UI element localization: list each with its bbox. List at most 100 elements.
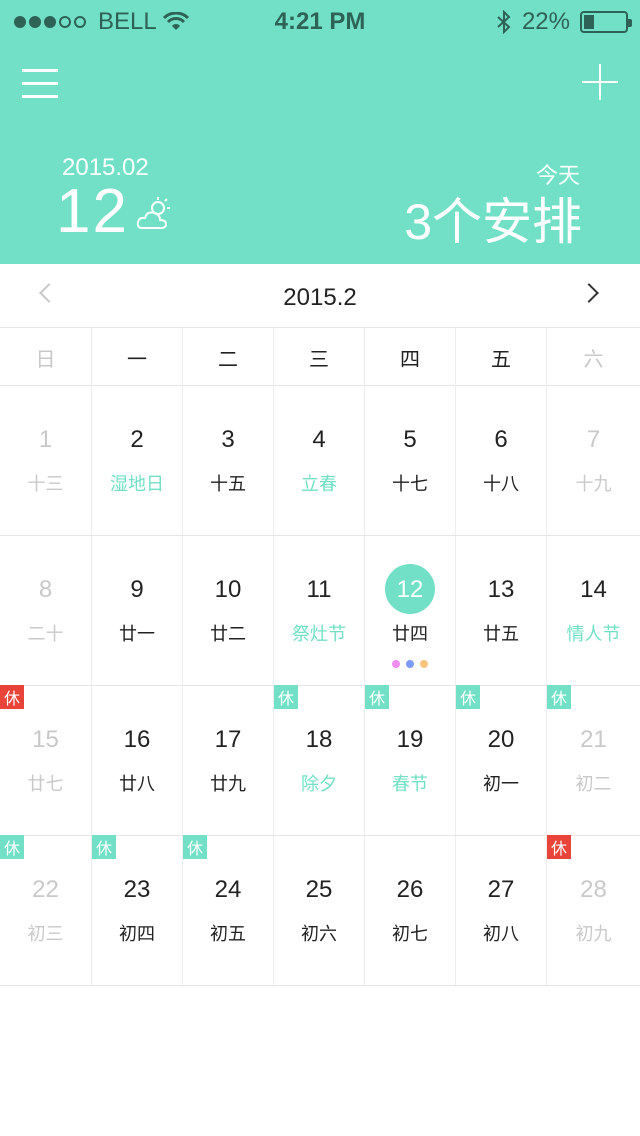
day-cell[interactable]: 3 十五 [183, 386, 274, 535]
lunar-label: 十七 [392, 474, 428, 494]
lunar-label: 情人节 [566, 624, 621, 644]
lunar-label: 廿五 [483, 624, 519, 644]
lunar-label: 廿九 [210, 774, 246, 794]
week-row: 1 十三 2 湿地日 3 十五 4 立春 5 十七 6 十八 7 十九 [0, 386, 640, 536]
day-number: 25 [305, 876, 333, 903]
header: BELL 4:21 PM 22% 2015.02 12 今天 3个安排 [0, 0, 640, 264]
day-cell[interactable]: 18 除夕 休 [274, 685, 365, 835]
day-cell[interactable]: 19 春节 休 [365, 685, 456, 835]
holiday-badge: 休 [183, 835, 207, 859]
day-cell[interactable]: 16 廿八 [92, 686, 183, 835]
battery-icon [580, 11, 632, 33]
battery-percent: 22% [521, 8, 570, 35]
lunar-label: 初三 [27, 924, 64, 944]
month-title: 2015.2 [283, 284, 357, 311]
day-cell[interactable]: 2 湿地日 [92, 386, 183, 535]
lunar-label: 廿一 [119, 624, 155, 644]
partly-cloudy-icon [136, 197, 170, 229]
lunar-label: 初六 [301, 924, 337, 944]
event-dots [365, 660, 455, 668]
day-cell[interactable]: 22 初三 休 [0, 835, 92, 985]
week-row: 15 廿七 休 16 廿八 17 廿九 18 除夕 休 19 春节 休 20 初一 休 21 初二 休 [0, 685, 640, 836]
day-number: 16 [123, 726, 151, 753]
lunar-label: 立春 [301, 474, 337, 494]
weekday-label: 日 [0, 328, 92, 386]
day-cell[interactable]: 10 廿二 [183, 536, 274, 685]
day-cell[interactable]: 7 十九 [547, 386, 640, 535]
day-number: 11 [306, 576, 332, 603]
day-cell[interactable]: 13 廿五 [456, 536, 547, 685]
menu-button[interactable] [22, 66, 58, 100]
event-dot [392, 660, 400, 668]
lunar-label: 十五 [210, 474, 246, 494]
day-cell[interactable]: 1 十三 [0, 386, 92, 535]
weekday-label: 五 [456, 328, 547, 386]
lunar-label: 十三 [27, 474, 64, 494]
event-dot [420, 660, 428, 668]
day-number: 5 [403, 426, 417, 453]
weekday-label: 三 [274, 328, 365, 386]
day-number: 4 [312, 426, 326, 453]
lunar-label: 廿七 [27, 774, 64, 794]
day-number: 3 [221, 426, 235, 453]
day-number: 15 [32, 726, 59, 753]
day-number: 9 [130, 576, 144, 603]
day-number: 12 [396, 576, 424, 603]
day-cell[interactable]: 6 十八 [456, 386, 547, 535]
day-cell[interactable]: 25 初六 [274, 836, 365, 985]
lunar-label: 二十 [27, 624, 64, 644]
day-number: 28 [580, 876, 607, 903]
lunar-label: 初一 [483, 774, 519, 794]
holiday-badge: 休 [0, 685, 24, 709]
day-cell[interactable]: 15 廿七 休 [0, 685, 92, 835]
weekday-label: 二 [183, 328, 274, 386]
day-number: 23 [123, 876, 151, 903]
day-cell[interactable]: 23 初四 休 [92, 835, 183, 985]
lunar-label: 祭灶节 [292, 624, 346, 644]
holiday-badge: 休 [0, 835, 24, 859]
day-number: 20 [487, 726, 515, 753]
day-number: 24 [214, 876, 242, 903]
lunar-label: 湿地日 [110, 474, 164, 494]
lunar-label: 初四 [119, 924, 155, 944]
holiday-badge: 休 [547, 685, 571, 709]
holiday-badge: 休 [92, 835, 116, 859]
day-cell[interactable]: 5 十七 [365, 386, 456, 535]
day-cell[interactable]: 17 廿九 [183, 686, 274, 835]
day-number: 27 [487, 876, 515, 903]
day-number: 13 [487, 576, 515, 603]
month-navigation: 2015.2 [0, 264, 640, 328]
day-number: 18 [305, 726, 333, 753]
bluetooth-icon [497, 10, 511, 34]
lunar-label: 初二 [575, 774, 612, 794]
day-number: 1 [38, 426, 53, 453]
weekday-header: 日一二三四五 六 [0, 328, 640, 386]
add-event-button[interactable] [582, 64, 618, 100]
holiday-badge: 休 [274, 685, 298, 709]
day-cell[interactable]: 9 廿一 [92, 536, 183, 685]
day-cell[interactable]: 14 情人节 [547, 536, 640, 685]
day-cell[interactable]: 26 初七 [365, 836, 456, 985]
day-cell-today[interactable]: 12 廿四 [365, 536, 456, 685]
day-cell[interactable]: 21 初二 休 [547, 685, 640, 835]
day-cell[interactable]: 27 初八 [456, 836, 547, 985]
day-cell[interactable]: 20 初一 休 [456, 685, 547, 835]
day-number: 10 [214, 576, 242, 603]
day-number: 17 [214, 726, 242, 753]
lunar-label: 廿二 [210, 624, 246, 644]
day-number: 14 [580, 576, 607, 603]
lunar-label: 初九 [575, 924, 612, 944]
day-cell[interactable]: 24 初五 休 [183, 835, 274, 985]
day-cell[interactable]: 8 二十 [0, 536, 92, 685]
holiday-badge: 休 [547, 835, 571, 859]
day-number: 6 [494, 426, 508, 453]
weekday-label: 一 [92, 328, 183, 386]
events-summary[interactable]: 3个安排 [404, 182, 582, 254]
event-dot [406, 660, 414, 668]
status-bar: BELL 4:21 PM 22% [0, 0, 640, 40]
day-number: 2 [130, 426, 144, 453]
day-cell[interactable]: 11 祭灶节 [274, 536, 365, 685]
lunar-label: 廿八 [119, 774, 155, 794]
day-cell[interactable]: 28 初九 休 [547, 835, 640, 985]
day-cell[interactable]: 4 立春 [274, 386, 365, 535]
